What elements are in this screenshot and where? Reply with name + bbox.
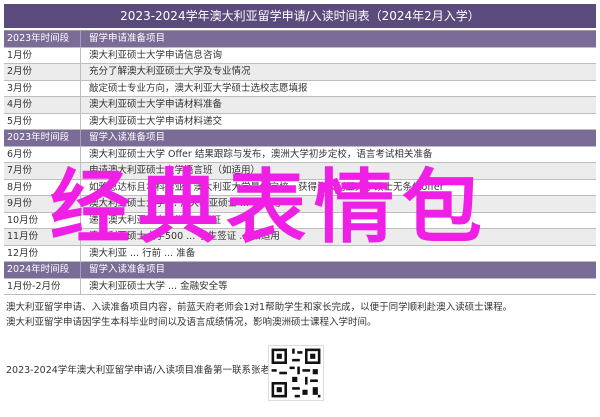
time-cell: 1月份-2月份 xyxy=(4,278,81,294)
contact-label: 2023-2024学年澳大利亚留学申请/入读项目准备第一联系张老师： xyxy=(6,365,289,376)
table-row: 3月份 敲定硕士专业方向，澳大利亚大学硕士选校志愿填报 xyxy=(4,80,596,97)
document-page: 2023-2024学年澳大利亚留学申请/入读时间表（2024年2月入学） 202… xyxy=(0,0,600,417)
item-cell: 留学入读准备项目 xyxy=(89,264,166,275)
time-cell: 1月份 xyxy=(4,47,81,63)
time-cell: 6月份 xyxy=(4,146,81,162)
qr-code-icon[interactable] xyxy=(268,345,324,401)
time-cell: 2月份 xyxy=(4,64,81,80)
table-row: 2月份 充分了解澳大利亚硕士大学及专业情况 xyxy=(4,64,596,81)
time-cell: 4月份 xyxy=(4,97,81,113)
table-row: 1月份 澳大利亚硕士大学申请信息咨询 xyxy=(4,47,596,64)
time-cell: 2023年时间段 xyxy=(4,31,81,47)
time-cell: 3月份 xyxy=(4,80,81,96)
item-cell: 留学入读准备项目 xyxy=(89,132,166,143)
item-cell: 敲定硕士专业方向，澳大利亚大学硕士选校志愿填报 xyxy=(89,82,308,94)
table-row: 5月份 澳大利亚硕士大学申请材料递交 xyxy=(4,113,596,130)
time-cell: 5月份 xyxy=(4,113,81,129)
item-cell: 澳大利亚硕士大学申请材料递交 xyxy=(89,115,223,127)
table-row: 1月份-2月份 澳大利亚硕士大学 ... 金融安全等 xyxy=(4,278,596,295)
time-cell: 2023年时间段 xyxy=(4,130,81,146)
notes: 澳大利亚留学申请、入读准备项目内容，前蓝天府老师会1对1帮助学生和家长完成，以便… xyxy=(6,300,596,330)
item-cell: 充分了解澳大利亚硕士大学及专业情况 xyxy=(89,66,251,77)
note-line: 澳大利亚留学申请、入读准备项目内容，前蓝天府老师会1对1帮助学生和家长完成，以便… xyxy=(6,302,513,313)
item-cell: 澳大利亚硕士大学 ... 金融安全等 xyxy=(89,280,228,292)
section-header-row: 2023年时间段 留学申请准备项目 xyxy=(4,31,596,48)
section-header-row: 2024年时间段 留学入读准备项目 xyxy=(4,262,596,279)
section-header-row: 2023年时间段 留学入读准备项目 xyxy=(4,130,596,147)
item-cell: 澳大利亚硕士大学申请信息咨询 xyxy=(89,49,223,61)
item-cell: 留学申请准备项目 xyxy=(89,33,166,44)
item-cell: 澳大利亚硕士大学申请材料准备 xyxy=(89,99,223,110)
note-line: 澳大利亚留学申请因学生本科毕业时间以及语言成绩情况，影响澳洲硕士课程入学时间。 xyxy=(6,317,377,328)
page-title: 2023-2024学年澳大利亚留学申请/入读时间表（2024年2月入学） xyxy=(4,4,596,28)
watermark-text: 经典表情包 xyxy=(50,161,490,254)
time-cell: 2024年时间段 xyxy=(4,262,81,278)
item-cell: 澳大利亚硕士大学 Offer 结果跟踪与发布，澳洲大学初步定校，语言考试相关准备 xyxy=(89,148,433,160)
table-row: 4月份 澳大利亚硕士大学申请材料准备 xyxy=(4,97,596,114)
